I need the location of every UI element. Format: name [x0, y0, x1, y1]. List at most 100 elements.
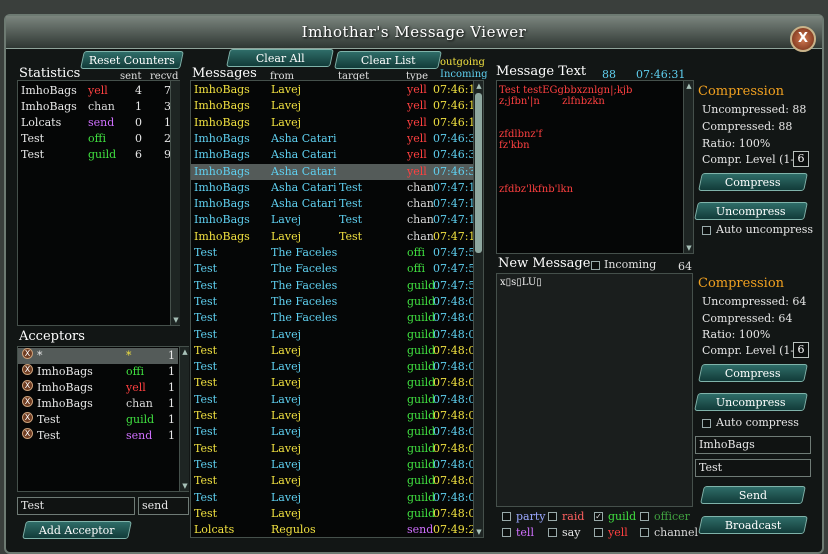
remove-acceptor-icon[interactable]: X	[22, 428, 33, 439]
scroll-down-icon[interactable]: ▼	[180, 481, 190, 491]
scroll-down-icon[interactable]: ▼	[474, 527, 484, 537]
uncompress-button[interactable]: Uncompress	[694, 202, 808, 220]
message-row[interactable]: Test Lavej guild 07:48:06	[191, 490, 482, 506]
title-bar[interactable]: Imhothar's Message Viewer	[6, 16, 822, 49]
remove-acceptor-icon[interactable]: X	[22, 364, 33, 375]
channel-checkbox-raid[interactable]	[548, 512, 557, 521]
message-type: send	[407, 523, 434, 537]
message-row[interactable]: Test Lavej guild 07:48:05	[191, 473, 482, 489]
message-from: Lavej	[271, 376, 301, 390]
acceptor-name-input[interactable]: Test	[17, 497, 135, 515]
message-from: Lavej	[271, 506, 301, 520]
message-row[interactable]: ImhoBags Asha Catari Test chan 07:47:14	[191, 196, 482, 212]
acceptor-row[interactable]: X ImhoBags chan 1	[18, 396, 178, 412]
message-row[interactable]: ImhoBags Lavej yell 07:46:19	[191, 115, 482, 131]
channel-checkbox-say[interactable]	[548, 528, 557, 537]
scroll-thumb[interactable]	[475, 93, 482, 253]
acceptor-row[interactable]: X Test send 1	[18, 428, 178, 444]
message-row[interactable]: Test Lavej guild 07:48:04	[191, 408, 482, 424]
statistics-list[interactable]: ImhoBags yell 4 7 ImhoBags chan 1 3 Lolcats send 0…	[17, 80, 180, 326]
compress-button[interactable]: Compress	[698, 173, 808, 191]
remove-acceptor-icon[interactable]: X	[22, 348, 33, 359]
scroll-down-icon[interactable]: ▼	[684, 243, 694, 253]
scroll-down-icon[interactable]: ▼	[171, 315, 181, 325]
acceptor-type-input[interactable]: send	[138, 497, 189, 515]
channel-checkbox-tell[interactable]	[502, 528, 511, 537]
compression-level-input[interactable]: 6	[793, 151, 809, 167]
new-compression-level-input[interactable]: 6	[793, 342, 809, 358]
new-compress-button[interactable]: Compress	[698, 364, 808, 382]
message-row[interactable]: ImhoBags Lavej Test chan 07:47:17	[191, 212, 482, 228]
sender-input[interactable]: ImhoBags	[695, 436, 811, 454]
acceptors-scrollbar[interactable]: ▲ ▼	[179, 347, 189, 491]
target-input[interactable]: Test	[695, 459, 811, 477]
message-text-area[interactable]: Test testEGgbbxznlgn|;kjb z;jfbn'|n zlfnb…	[496, 80, 694, 254]
channel-checkbox-party[interactable]	[502, 512, 511, 521]
message-type: chan	[407, 229, 434, 243]
scroll-up-icon[interactable]: ▲	[684, 81, 694, 91]
auto-uncompress-checkbox[interactable]	[702, 226, 711, 235]
message-row[interactable]: ImhoBags Asha Catari yell 07:46:30	[191, 131, 482, 147]
close-icon[interactable]: X	[790, 26, 816, 52]
message-row[interactable]: Test Lavej guild 07:48:04	[191, 392, 482, 408]
message-row[interactable]: Test Lavej guild 07:48:03	[191, 359, 482, 375]
remove-acceptor-icon[interactable]: X	[22, 412, 33, 423]
remove-acceptor-icon[interactable]: X	[22, 380, 33, 391]
auto-compress-checkbox[interactable]	[702, 419, 711, 428]
clear-all-button[interactable]: Clear All	[226, 49, 334, 67]
statistics-row[interactable]: ImhoBags yell 4 7	[18, 83, 171, 99]
statistics-row[interactable]: Lolcats send 0 1	[18, 115, 171, 131]
statistics-row[interactable]: ImhoBags chan 1 3	[18, 99, 171, 115]
statistics-row[interactable]: Test guild 6 9	[18, 147, 171, 163]
channel-checkbox-channel[interactable]	[640, 528, 649, 537]
reset-counters-button[interactable]: Reset Counters	[80, 51, 184, 69]
message-viewer-window: Imhothar's Message Viewer X Reset Counte…	[4, 14, 824, 554]
message-row[interactable]: TestThe Faceless Mguild07:48:00	[191, 294, 482, 310]
message-row[interactable]: ImhoBags Asha Catari Test chan 07:47:13	[191, 180, 482, 196]
message-row[interactable]: TestThe Faceless Moffi07:47:53	[191, 261, 482, 277]
message-text-scrollbar[interactable]: ▲ ▼	[683, 81, 693, 253]
message-row[interactable]: ImhoBags Lavej yell 07:46:19	[191, 98, 482, 114]
message-target: Test	[339, 213, 363, 227]
message-row[interactable]: Test Lavej guild 07:48:03	[191, 375, 482, 391]
message-row[interactable]: Test Lavej guild 07:48:03	[191, 327, 482, 343]
statistics-scrollbar[interactable]: ▼	[170, 81, 180, 325]
message-row[interactable]: Test Lavej guild 07:48:04	[191, 441, 482, 457]
message-row[interactable]: ImhoBags Lavej yell 07:46:18	[191, 82, 482, 98]
message-sender: ImhoBags	[194, 131, 250, 145]
message-row[interactable]: Test Lavej guild 07:48:04	[191, 424, 482, 440]
statistics-row[interactable]: Test offi 0 2	[18, 131, 171, 147]
message-row[interactable]: ImhoBags Asha Catari yell 07:46:31	[191, 163, 482, 180]
acceptors-list[interactable]: X * * 1 X ImhoBags offi 1 X ImhoBags yell 1 X ImhoBag…	[17, 346, 189, 492]
messages-scrollbar[interactable]: ▲ ▼	[473, 81, 483, 537]
messages-list[interactable]: ImhoBags Lavej yell 07:46:18 ImhoBags Lavej ye…	[190, 80, 484, 538]
incoming-checkbox[interactable]	[591, 261, 600, 270]
remove-acceptor-icon[interactable]: X	[22, 396, 33, 407]
acceptor-row[interactable]: X ImhoBags offi 1	[18, 364, 178, 380]
scroll-up-icon[interactable]: ▲	[180, 347, 190, 357]
channel-checkbox-yell[interactable]	[594, 528, 603, 537]
message-row[interactable]: Test Lavej guild 07:48:06	[191, 506, 482, 522]
clear-list-button[interactable]: Clear List	[334, 51, 442, 69]
message-row[interactable]: Test Lavej guild 07:48:05	[191, 457, 482, 473]
channel-checkbox-officer[interactable]	[640, 512, 649, 521]
add-acceptor-button[interactable]: Add Acceptor	[22, 521, 132, 539]
channel-checkbox-guild[interactable]: ✓	[594, 512, 603, 521]
new-message-input[interactable]: x▯s▯LU▯	[496, 273, 693, 507]
acceptor-row[interactable]: X Test guild 1	[18, 412, 178, 428]
message-row[interactable]: TestThe Faceless Mguild07:48:00	[191, 310, 482, 326]
message-row[interactable]: ImhoBags Lavej Test chan 07:47:17	[191, 229, 482, 245]
send-button[interactable]: Send	[700, 486, 806, 504]
message-row[interactable]: Lolcats Regulos send 07:49:22	[191, 522, 482, 538]
new-uncompress-button[interactable]: Uncompress	[694, 393, 808, 411]
message-row[interactable]: TestThe Faceless Mguild07:47:59	[191, 278, 482, 294]
scroll-up-icon[interactable]: ▲	[474, 81, 484, 91]
acceptor-row[interactable]: X ImhoBags yell 1	[18, 380, 178, 396]
message-row[interactable]: ImhoBags Asha Catari yell 07:46:30	[191, 147, 482, 163]
broadcast-button[interactable]: Broadcast	[698, 516, 808, 534]
message-row[interactable]: TestThe Faceless Moffi07:47:53	[191, 245, 482, 261]
message-from: Asha Catari	[271, 180, 337, 194]
stat-name: ImhoBags	[21, 84, 77, 97]
acceptor-row[interactable]: X * * 1	[18, 348, 178, 364]
message-row[interactable]: Test Lavej guild 07:48:03	[191, 343, 482, 359]
